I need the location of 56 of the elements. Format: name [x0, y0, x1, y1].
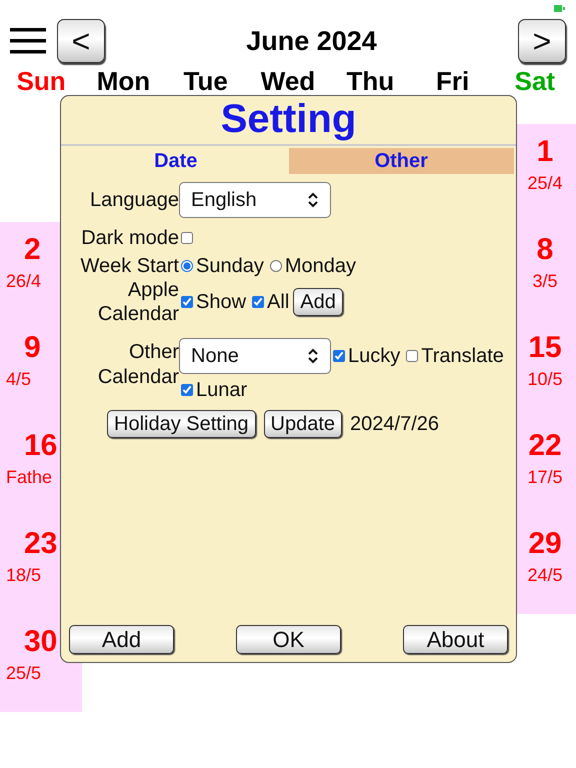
checkbox-label: Show [196, 290, 246, 314]
day-note: 25/4 [527, 172, 563, 195]
dark-mode-label: Dark mode [80, 226, 179, 250]
chevron-icon [307, 192, 319, 208]
holiday-setting-button[interactable]: Holiday Setting [107, 410, 256, 438]
weekday-label: Wed [260, 66, 316, 96]
previous-button[interactable]: < [57, 19, 105, 63]
checkbox-label: All [267, 290, 290, 314]
battery-icon [554, 5, 566, 12]
week-start-radio[interactable] [270, 260, 282, 272]
show-checkbox[interactable] [181, 296, 193, 308]
lunar-checkbox[interactable] [181, 384, 193, 396]
checkbox-label: Lunar [196, 378, 248, 402]
month-title: June 2024 [245, 26, 378, 56]
day-note: 24/5 [527, 564, 563, 587]
day-note: 17/5 [527, 466, 563, 489]
chevron-icon [307, 348, 319, 364]
weekday-label: Tue [182, 66, 229, 96]
radio-label: Monday [284, 254, 356, 278]
day-note: 4/5 [6, 368, 32, 391]
update-date: 2024/7/26 [350, 412, 440, 436]
day-note: 26/4 [6, 270, 42, 293]
checkbox-label: Translate [421, 344, 504, 368]
all-checkbox[interactable] [252, 296, 264, 308]
dialog-title: Setting [220, 96, 358, 142]
lucky-checkbox[interactable] [333, 350, 345, 362]
calendar-select[interactable]: None [179, 338, 331, 374]
language-label: Language [89, 188, 179, 212]
weekday-label: Thu [345, 66, 396, 96]
radio-label: Sunday [196, 254, 264, 278]
dialog-button[interactable]: About [403, 625, 508, 654]
day-note: 10/5 [527, 368, 563, 391]
add-calendar-button[interactable]: Add [293, 288, 343, 316]
translate-checkbox[interactable] [406, 350, 418, 362]
day-note: 25/5 [6, 662, 42, 685]
tab[interactable]: Date [63, 148, 288, 174]
language-select[interactable]: English [179, 182, 331, 218]
next-button[interactable]: > [518, 19, 566, 63]
checkbox-label: Lucky [348, 344, 400, 368]
dark-mode-checkbox[interactable] [181, 232, 193, 244]
dialog-button[interactable]: OK [236, 625, 341, 654]
other-calendar-label: Other Calendar [96, 340, 179, 390]
update-button[interactable]: Update [264, 410, 342, 438]
weekday-label: Fri [434, 66, 470, 96]
dialog-button[interactable]: Add [69, 625, 174, 654]
menu-icon[interactable] [10, 28, 46, 54]
weekday-label: Sun [16, 66, 67, 96]
apple-calendar-label: Apple Calendar [96, 278, 179, 326]
week-start-radio[interactable] [181, 260, 193, 272]
day-note: 18/5 [6, 564, 42, 587]
weekday-label: Sat [514, 66, 556, 96]
weekday-label: Mon [96, 66, 152, 96]
week-start-label: Week Start [79, 254, 179, 278]
day-note: Fathe [6, 466, 52, 489]
tab[interactable]: Other [288, 148, 514, 174]
day-note: 3/5 [532, 270, 558, 293]
